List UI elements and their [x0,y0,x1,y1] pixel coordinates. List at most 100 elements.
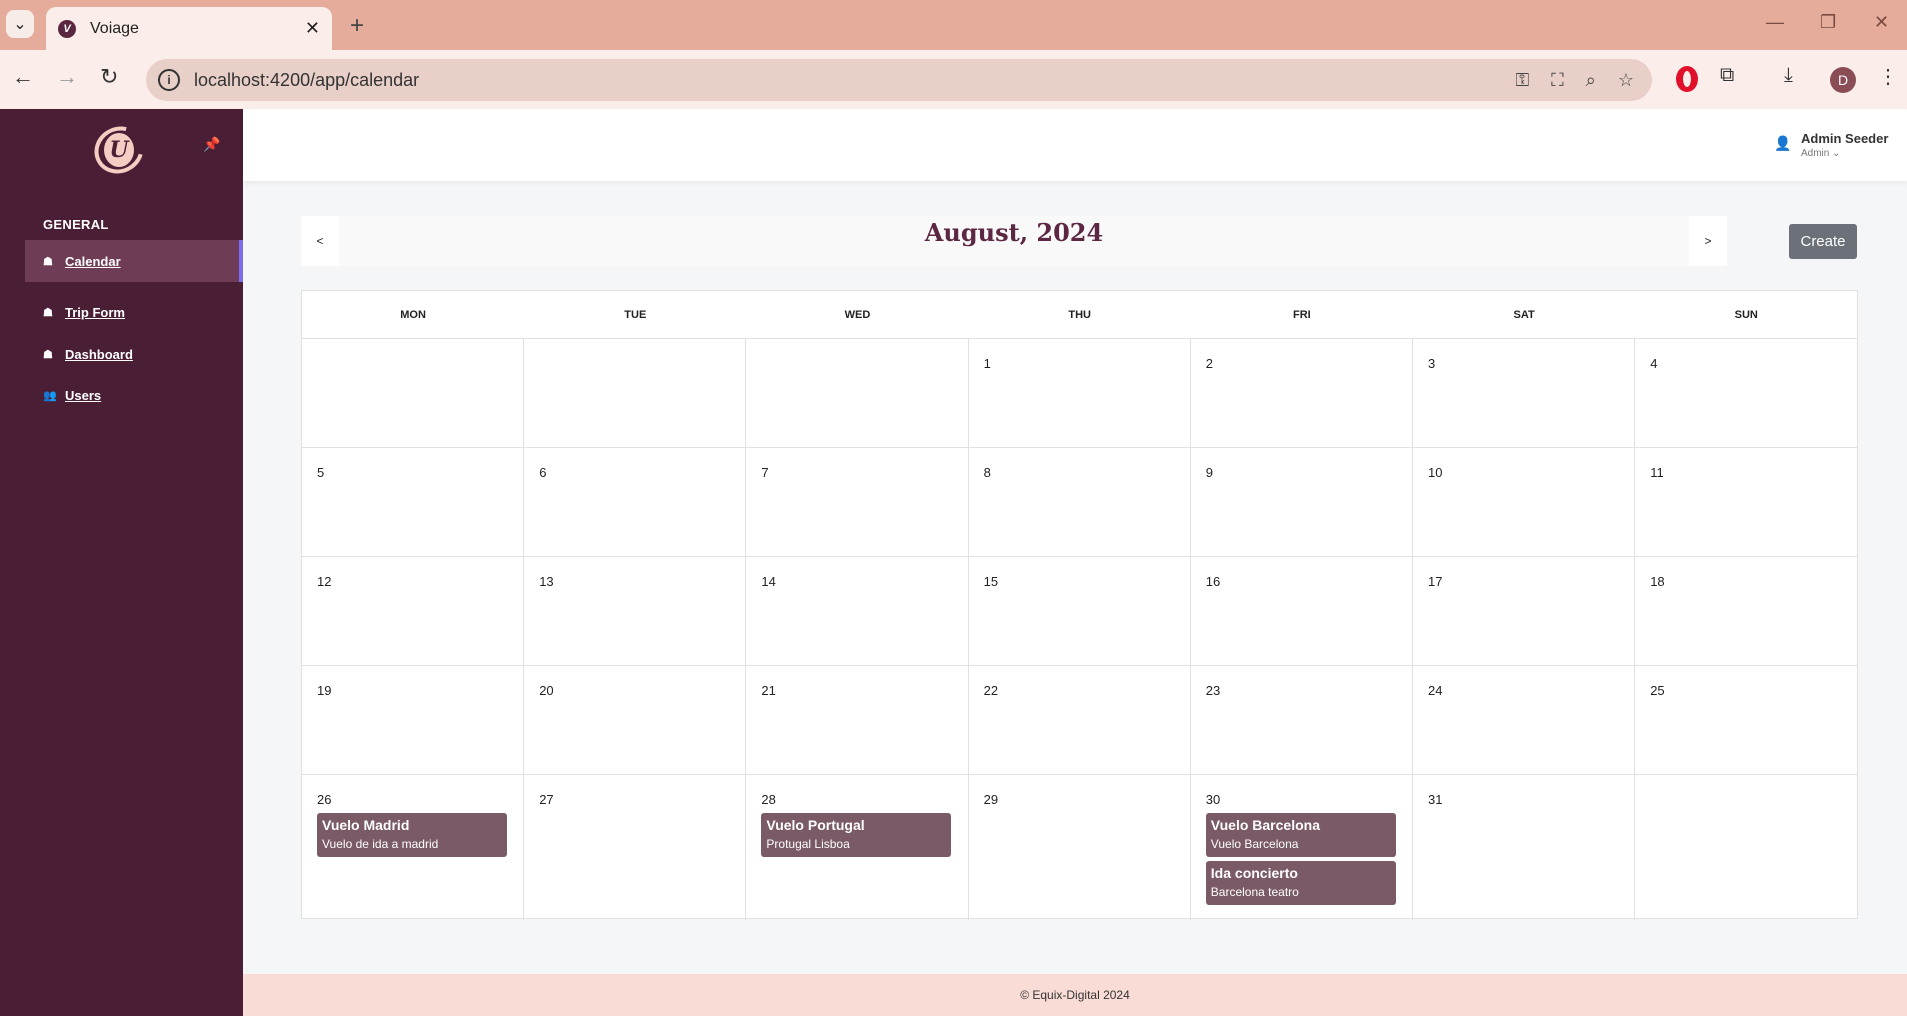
day-cell-24[interactable]: 24 [1413,666,1636,775]
event-description: Vuelo Barcelona [1210,837,1299,851]
tab-search-button[interactable]: ⌄ [6,10,34,38]
day-number: 9 [1205,465,1214,480]
weekday-wed: WED [844,309,871,321]
create-button[interactable]: Create [1789,224,1857,259]
logo-icon: U [104,133,134,167]
day-cell-21[interactable]: 21 [746,666,969,775]
pin-icon[interactable]: 📌 [203,136,220,153]
day-cell-23[interactable]: 23 [1190,666,1413,775]
key-icon[interactable]: ⚿ [1515,70,1529,91]
day-cell-4[interactable]: 4 [1635,339,1858,448]
sidebar-item-dashboard[interactable]: ☗ Dashboard [25,333,243,375]
day-cell-29[interactable]: 29 [969,775,1191,920]
extensions-icon[interactable]: ⧉ [1720,64,1734,87]
day-cell-22[interactable]: 22 [968,666,1191,775]
day-cell-13[interactable]: 13 [524,557,747,666]
translate-icon[interactable]: ⛶ [1551,70,1564,91]
day-cell-30[interactable]: 30 Vuelo Barcelona Vuelo Barcelona Ida conc… [1191,775,1413,920]
day-cell-10[interactable]: 10 [1413,448,1636,557]
user-icon[interactable]: 👤 [1774,135,1791,152]
day-number: 25 [1650,683,1665,698]
calendar-event[interactable]: Vuelo Portugal Protugal Lisboa [761,813,952,857]
day-cell-empty[interactable] [524,339,747,448]
day-cell-14[interactable]: 14 [746,557,969,666]
next-month-button[interactable]: > [1689,216,1727,266]
weekday-header: MON TUE WED THU FRI SAT SUN [302,291,1857,339]
back-icon[interactable]: ← [12,64,34,90]
day-number: 22 [983,683,999,698]
new-tab-icon[interactable]: + [350,12,364,40]
download-icon[interactable]: ⤓ [1784,64,1793,87]
address-bar[interactable]: i localhost:4200/app/calendar ⚿ ⛶ ⌕ ☆ [146,59,1652,101]
day-number: 2 [1205,356,1214,371]
calendar-header: < August, 2024 > [301,216,1727,266]
user-name[interactable]: Admin Seeder [1801,131,1888,146]
day-number: 18 [1650,574,1665,589]
calendar-event[interactable]: Vuelo Barcelona Vuelo Barcelona [1205,813,1396,857]
day-number: 26 [317,792,332,807]
day-cell-25[interactable]: 25 [1635,666,1858,775]
forward-icon[interactable]: → [56,64,78,90]
sidebar-item-calendar[interactable]: ☗ Calendar [25,240,243,282]
calendar-event[interactable]: Ida concierto Barcelona teatro [1205,861,1396,905]
day-cell-17[interactable]: 17 [1413,557,1636,666]
day-cell-12[interactable]: 12 [302,557,525,666]
day-number: 30 [1205,792,1221,807]
user-role: Admin [1801,148,1830,159]
day-cell-5[interactable]: 5 [302,448,525,557]
star-icon[interactable]: ☆ [1618,70,1634,91]
day-cell-19[interactable]: 19 [302,666,525,775]
url-text[interactable]: localhost:4200/app/calendar [194,70,1515,91]
day-cell-8[interactable]: 8 [968,448,1191,557]
profile-avatar[interactable]: D [1830,67,1856,93]
day-number: 4 [1650,356,1658,371]
day-cell-31[interactable]: 31 [1413,775,1636,920]
opera-extension-icon[interactable] [1676,66,1698,92]
day-cell-18[interactable]: 18 [1635,557,1858,666]
close-window-icon[interactable]: ✕ [1874,12,1889,33]
day-cell-11[interactable]: 11 [1635,448,1858,557]
user-role-dropdown[interactable]: Admin ⌄ [1801,148,1841,159]
day-number: 7 [761,465,769,480]
site-info-icon[interactable]: i [158,69,180,91]
day-cell-empty[interactable] [302,339,525,448]
day-cell-15[interactable]: 15 [968,557,1191,666]
day-cell-1[interactable]: 1 [968,339,1191,448]
day-number: 11 [1650,465,1664,480]
day-cell-9[interactable]: 9 [1190,448,1413,557]
day-cell-28[interactable]: 28 Vuelo Portugal Protugal Lisboa [746,775,969,920]
sidebar-item-trip-form[interactable]: ☗ Trip Form [25,291,243,333]
calendar-title: August, 2024 [924,218,1104,247]
day-cell-20[interactable]: 20 [524,666,747,775]
day-cell-26[interactable]: 26 Vuelo Madrid Vuelo de ida a madrid [302,775,525,920]
restore-icon[interactable]: ❐ [1820,12,1836,33]
event-title: Ida concierto [1210,865,1298,881]
day-number: 10 [1428,465,1443,480]
day-number: 6 [539,465,547,480]
weekday-mon: MON [400,309,426,321]
browser-tab[interactable]: V Voiage ✕ [46,7,332,50]
day-number: 23 [1205,683,1221,698]
day-cell-16[interactable]: 16 [1190,557,1413,666]
sidebar-item-users[interactable]: 👥 Users [25,374,243,416]
day-cell-6[interactable]: 6 [524,448,747,557]
day-number: 20 [539,683,554,698]
suitcase-icon: ☗ [43,255,53,268]
day-number: 3 [1428,356,1436,371]
day-cell-empty[interactable] [746,339,969,448]
calendar-event[interactable]: Vuelo Madrid Vuelo de ida a madrid [317,813,507,857]
day-cell-empty[interactable] [1635,775,1857,920]
reload-icon[interactable]: ↻ [100,64,118,90]
day-cell-27[interactable]: 27 [524,775,747,920]
menu-icon[interactable]: ⋮ [1878,64,1898,89]
event-title: Vuelo Barcelona [1210,817,1320,833]
close-tab-icon[interactable]: ✕ [305,18,320,39]
minimize-icon[interactable]: — [1766,12,1784,33]
zoom-icon[interactable]: ⌕ [1586,70,1596,91]
suitcase-icon: ☗ [43,348,53,361]
day-cell-2[interactable]: 2 [1190,339,1413,448]
users-icon: 👥 [43,389,57,402]
day-cell-7[interactable]: 7 [746,448,969,557]
day-cell-3[interactable]: 3 [1413,339,1636,448]
calendar-grid: MON TUE WED THU FRI SAT SUN 1 2 3 4 5 6 7 8 9 10 11 12 13 1… [301,290,1858,920]
